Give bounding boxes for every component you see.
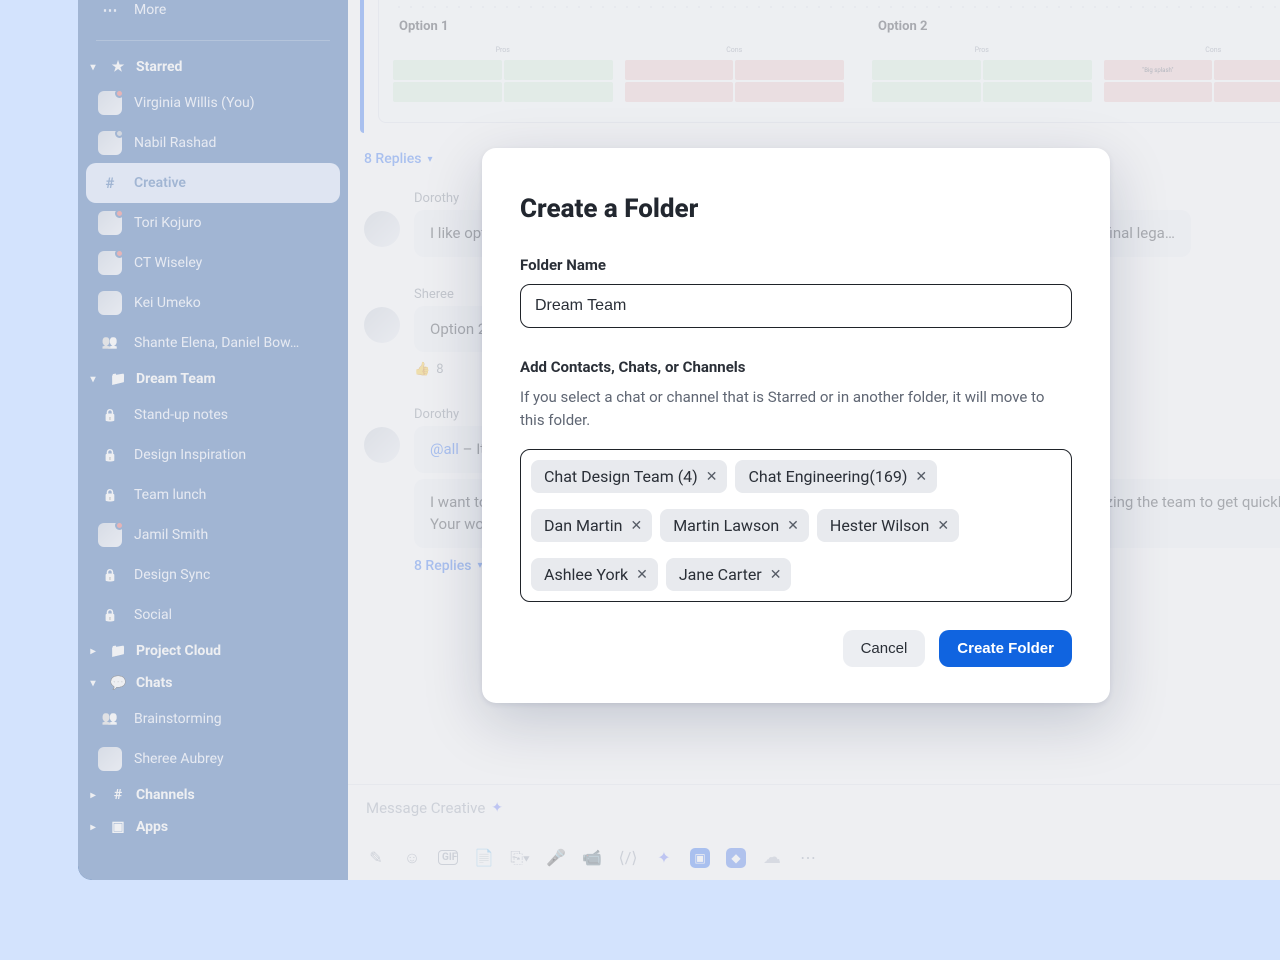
chip: Chat Design Team (4) ✕ bbox=[531, 460, 727, 493]
folder-name-input[interactable] bbox=[520, 284, 1072, 328]
chip-label: Dan Martin bbox=[544, 516, 622, 535]
chip-remove-icon[interactable]: ✕ bbox=[787, 519, 799, 533]
chip-remove-icon[interactable]: ✕ bbox=[630, 519, 642, 533]
chip-label: Hester Wilson bbox=[830, 516, 929, 535]
chip-remove-icon[interactable]: ✕ bbox=[937, 519, 949, 533]
chip: Jane Carter ✕ bbox=[666, 558, 792, 591]
chip-input[interactable]: Chat Design Team (4) ✕ Chat Engineering(1… bbox=[520, 449, 1072, 602]
chip-label: Chat Engineering(169) bbox=[748, 467, 907, 486]
chip-remove-icon[interactable]: ✕ bbox=[636, 568, 648, 582]
chip-label: Martin Lawson bbox=[673, 516, 779, 535]
folder-name-label: Folder Name bbox=[520, 256, 1072, 274]
chip-remove-icon[interactable]: ✕ bbox=[770, 568, 782, 582]
chip: Chat Engineering(169) ✕ bbox=[735, 460, 937, 493]
add-contacts-label: Add Contacts, Chats, or Channels bbox=[520, 358, 1072, 376]
create-folder-modal: Create a Folder Folder Name Add Contacts… bbox=[482, 148, 1110, 703]
chip-label: Ashlee York bbox=[544, 565, 628, 584]
chip-label: Jane Carter bbox=[679, 565, 762, 584]
chip: Dan Martin ✕ bbox=[531, 509, 652, 542]
chip: Ashlee York ✕ bbox=[531, 558, 658, 591]
chip-remove-icon[interactable]: ✕ bbox=[706, 470, 718, 484]
modal-title: Create a Folder bbox=[520, 194, 1072, 224]
add-contacts-hint: If you select a chat or channel that is … bbox=[520, 386, 1072, 431]
chip-label: Chat Design Team (4) bbox=[544, 467, 698, 486]
chip-remove-icon[interactable]: ✕ bbox=[915, 470, 927, 484]
chip: Hester Wilson ✕ bbox=[817, 509, 959, 542]
create-folder-button[interactable]: Create Folder bbox=[939, 630, 1072, 667]
chip: Martin Lawson ✕ bbox=[660, 509, 809, 542]
cancel-button[interactable]: Cancel bbox=[843, 630, 926, 667]
